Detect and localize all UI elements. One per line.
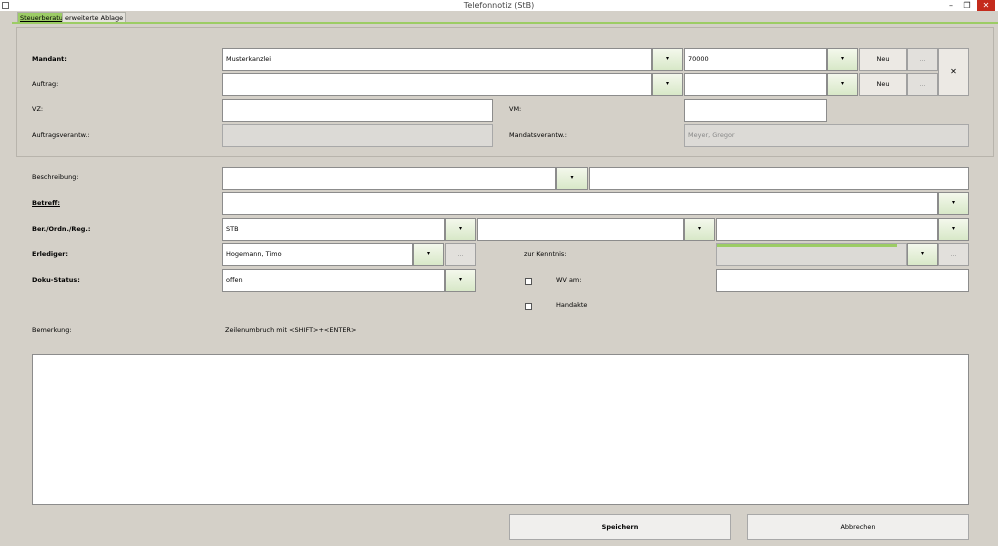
vz-label: VZ: [32,105,44,113]
auftrag-nr-dropdown-button[interactable]: ▾ [827,73,858,96]
window-title: Telefonnotiz (StB) [463,1,535,10]
ber-dropdown-button[interactable]: ▾ [445,218,476,241]
mandant-more-button[interactable]: ... [907,48,938,71]
erlediger-dropdown-button[interactable]: ▾ [413,243,444,266]
erlediger-more-button[interactable]: ... [445,243,476,266]
betreff-label: Betreff: [32,199,60,207]
reg-input[interactable] [716,218,938,241]
close-button[interactable]: ✕ [977,0,995,11]
auftrag-more-button[interactable]: ... [907,73,938,96]
mandant-nr-dropdown-button[interactable]: ▾ [827,48,858,71]
zur-kenntnis-dropdown-button[interactable]: ▾ [907,243,938,266]
mandant-input[interactable]: Musterkanzlei [222,48,652,71]
doku-status-dropdown-button[interactable]: ▾ [445,269,476,292]
beschreibung-dropdown-button[interactable]: ▾ [556,167,588,190]
save-button[interactable]: Speichern [509,514,731,540]
ordn-dropdown-button[interactable]: ▾ [684,218,715,241]
mandatsverantw-label: Mandatsverantw.: [509,131,567,139]
mandant-label: Mandant: [32,55,67,63]
mandant-dropdown-button[interactable]: ▾ [652,48,683,71]
mandant-neu-button[interactable]: Neu [859,48,907,71]
auftragsverantw-input [222,124,493,147]
wv-am-label: WV am: [556,276,582,284]
doku-status-input[interactable]: offen [222,269,445,292]
vm-label: VM: [509,105,522,113]
beschreibung-text-input[interactable] [589,167,969,190]
ordn-input[interactable] [477,218,684,241]
handakte-label: Handakte [556,301,588,309]
bemerkung-textarea[interactable] [32,354,969,505]
wv-am-input[interactable] [716,269,969,292]
beschreibung-input[interactable] [222,167,556,190]
handakte-checkbox[interactable] [525,303,532,310]
erlediger-input[interactable]: Hogemann, Timo [222,243,413,266]
auftrag-neu-button[interactable]: Neu [859,73,907,96]
restore-button[interactable]: ❐ [960,0,974,11]
betreff-input[interactable] [222,192,938,215]
erlediger-label: Erlediger: [32,250,69,258]
wv-checkbox[interactable] [525,278,532,285]
zur-kenntnis-progress [717,244,897,247]
clear-icon[interactable]: ✕ [938,48,969,96]
cancel-button[interactable]: Abbrechen [747,514,969,540]
mandatsverantw-input: Meyer, Gregor [684,124,969,147]
beschreibung-label: Beschreibung: [32,173,79,181]
auftragsverantw-label: Auftragsverantw.: [32,131,90,139]
auftrag-input[interactable] [222,73,652,96]
zeilenumbruch-hint: Zeilenumbruch mit <SHIFT>+<ENTER> [225,326,357,334]
vz-input[interactable] [222,99,493,122]
tab-underline [12,22,998,24]
ber-ordn-reg-label: Ber./Ordn./Reg.: [32,225,91,233]
reg-dropdown-button[interactable]: ▾ [938,218,969,241]
bemerkung-label: Bemerkung: [32,326,72,334]
minimize-button[interactable]: – [944,0,958,11]
ber-input[interactable]: STB [222,218,445,241]
betreff-dropdown-button[interactable]: ▾ [938,192,969,215]
auftrag-dropdown-button[interactable]: ▾ [652,73,683,96]
auftrag-nr-input[interactable] [684,73,827,96]
auftrag-label: Auftrag: [32,80,59,88]
vm-input[interactable] [684,99,827,122]
mandant-nr-input[interactable]: 70000 [684,48,827,71]
zur-kenntnis-label: zur Kenntnis: [524,250,567,258]
doku-status-label: Doku-Status: [32,276,80,284]
zur-kenntnis-more-button[interactable]: ... [938,243,969,266]
